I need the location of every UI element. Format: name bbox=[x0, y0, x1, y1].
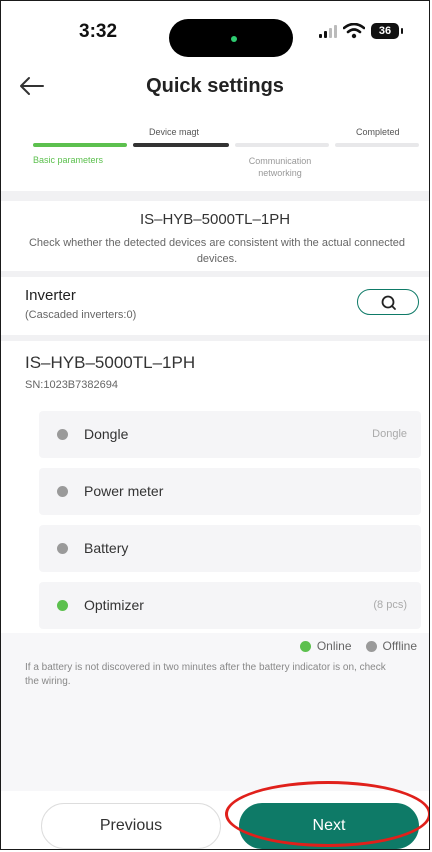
component-label: Dongle bbox=[84, 426, 129, 442]
offline-status-dot bbox=[57, 486, 68, 497]
search-button[interactable] bbox=[357, 289, 419, 315]
detected-description: Check whether the detected devices are c… bbox=[28, 237, 406, 265]
dynamic-island bbox=[169, 19, 293, 57]
search-icon bbox=[381, 295, 396, 310]
phone-screen: 3:32 36 Quick settings Device magt Compl… bbox=[0, 0, 430, 850]
step-bar-communication bbox=[235, 143, 329, 147]
component-row-dongle: Dongle Dongle bbox=[39, 411, 421, 458]
step-bar-completed bbox=[335, 143, 419, 147]
status-icons: 36 bbox=[319, 23, 403, 39]
previous-button[interactable]: Previous bbox=[41, 803, 221, 849]
component-value: Dongle bbox=[372, 428, 407, 440]
progress-steps: Device magt Completed Basic parameters C… bbox=[1, 119, 429, 189]
signal-icon bbox=[319, 24, 337, 38]
component-row-power-meter: Power meter bbox=[39, 468, 421, 515]
step-bar-device-magt bbox=[133, 143, 229, 147]
header: Quick settings bbox=[1, 63, 429, 109]
status-bar: 3:32 36 bbox=[1, 1, 429, 57]
section-divider bbox=[1, 335, 429, 341]
battery-icon: 36 bbox=[371, 23, 403, 39]
footer: Previous Next bbox=[1, 791, 429, 849]
online-legend-dot bbox=[299, 640, 311, 652]
status-time: 3:32 bbox=[79, 21, 118, 42]
inverter-label: Inverter bbox=[25, 287, 76, 304]
component-label: Power meter bbox=[84, 483, 164, 499]
step-label-completed: Completed bbox=[356, 127, 400, 137]
component-label: Optimizer bbox=[84, 597, 144, 613]
status-legend: Online Offline bbox=[299, 639, 417, 653]
step-bar-basic-parameters bbox=[33, 143, 127, 147]
component-value: (8 pcs) bbox=[373, 599, 407, 611]
component-row-battery: Battery bbox=[39, 525, 421, 572]
cascaded-inverters: (Cascaded inverters:0) bbox=[25, 309, 137, 321]
device-name: IS–HYB–5000TL–1PH bbox=[25, 353, 196, 372]
detected-model: IS–HYB–5000TL–1PH bbox=[139, 211, 291, 228]
online-status-dot bbox=[57, 600, 68, 611]
legend-offline: Offline bbox=[382, 639, 417, 653]
legend-online: Online bbox=[316, 639, 352, 653]
page-title: Quick settings bbox=[146, 75, 284, 97]
component-label: Battery bbox=[84, 540, 129, 556]
battery-note: If a battery is not discovered in two mi… bbox=[25, 662, 386, 687]
step-label-device-magt: Device magt bbox=[149, 127, 200, 137]
component-row-optimizer: Optimizer (8 pcs) bbox=[39, 582, 421, 629]
device-serial-number: SN:1023B7382694 bbox=[25, 379, 118, 391]
step-label-basic-parameters: Basic parameters bbox=[33, 155, 104, 165]
offline-status-dot bbox=[57, 429, 68, 440]
offline-status-dot bbox=[57, 543, 68, 554]
wifi-icon bbox=[343, 23, 365, 39]
status-legend-area: Online Offline If a battery is not disco… bbox=[1, 633, 429, 791]
section-divider bbox=[1, 271, 429, 277]
section-divider bbox=[1, 191, 429, 201]
step-label-communication: Communication networking bbox=[248, 156, 312, 178]
camera-indicator-icon bbox=[231, 36, 237, 42]
offline-legend-dot bbox=[365, 640, 377, 652]
next-button[interactable]: Next bbox=[239, 803, 419, 849]
